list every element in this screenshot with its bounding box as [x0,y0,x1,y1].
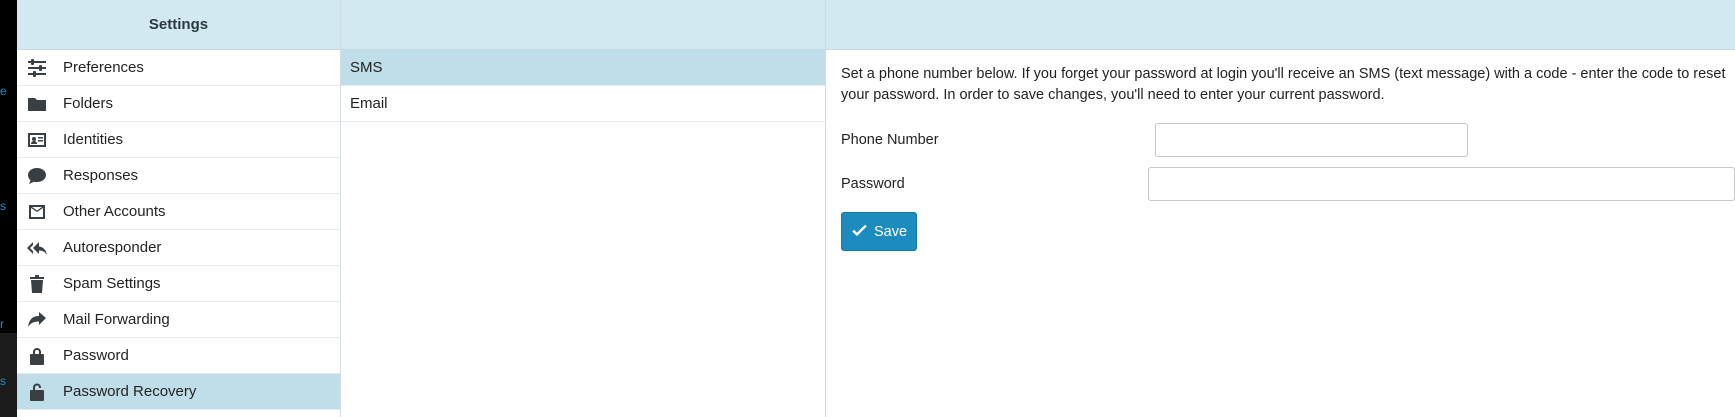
settings-item-mail-forwarding[interactable]: Mail Forwarding [17,302,340,338]
password-label: Password [841,176,905,192]
sliders-icon [27,58,47,78]
sections-column: SMS Email [341,0,826,417]
settings-title: Settings [148,16,209,33]
rail-nav-mark[interactable]: e [0,85,7,97]
settings-item-label: Identities [63,131,124,148]
rail-active-item[interactable]: s [0,333,17,417]
settings-column: Settings Preferences Folders Identities … [17,0,341,417]
trash-icon [27,274,47,294]
settings-item-preferences[interactable]: Preferences [17,50,340,86]
settings-item-password-recovery[interactable]: Password Recovery [17,374,340,410]
phone-number-input[interactable] [1155,123,1468,157]
settings-item-responses[interactable]: Responses [17,158,340,194]
phone-label: Phone Number [841,132,939,148]
lock-icon [27,346,47,366]
sections-header [341,0,825,50]
save-label: Save [873,223,908,240]
settings-item-label: Other Accounts [63,203,166,220]
settings-item-folders[interactable]: Folders [17,86,340,122]
envelope-icon [27,202,47,222]
phone-row: Phone Number [841,122,1735,158]
id-card-icon [27,130,47,150]
password-row: Password [841,166,1735,202]
folder-icon [27,94,47,114]
intro-text: Set a phone number below. If you forget … [841,66,1726,103]
settings-header: Settings [17,0,340,50]
app-nav-rail: e s r s [0,0,17,417]
check-icon [852,224,867,237]
settings-item-identities[interactable]: Identities [17,122,340,158]
settings-item-label: Responses [63,167,139,184]
content-panel: Set a phone number below. If you forget … [826,0,1735,417]
settings-item-password[interactable]: Password [17,338,340,374]
settings-item-autoresponder[interactable]: Autoresponder [17,230,340,266]
rail-nav-mark: s [0,374,6,388]
section-item-label: Email [350,95,388,112]
settings-item-label: Spam Settings [63,275,161,292]
content-header [826,0,1735,50]
settings-item-label: Autoresponder [63,239,162,256]
save-button[interactable]: Save [841,212,917,251]
rail-nav-mark[interactable]: s [0,200,6,212]
settings-item-label: Password [63,347,129,364]
settings-item-label: Folders [63,95,114,112]
section-item-email[interactable]: Email [341,86,825,122]
settings-item-label: Mail Forwarding [63,311,170,328]
section-item-sms[interactable]: SMS [341,50,825,86]
settings-item-label: Password Recovery [63,383,197,400]
comment-icon [27,166,47,186]
section-item-label: SMS [350,59,383,76]
settings-item-label: Preferences [63,59,144,76]
recovery-form: Set a phone number below. If you forget … [826,50,1735,251]
reply-all-icon [27,238,47,258]
settings-item-other-accounts[interactable]: Other Accounts [17,194,340,230]
rail-nav-mark[interactable]: r [0,318,4,330]
unlock-icon [27,382,47,402]
password-input[interactable] [1147,167,1735,201]
share-icon [27,310,47,330]
settings-item-spam-settings[interactable]: Spam Settings [17,266,340,302]
